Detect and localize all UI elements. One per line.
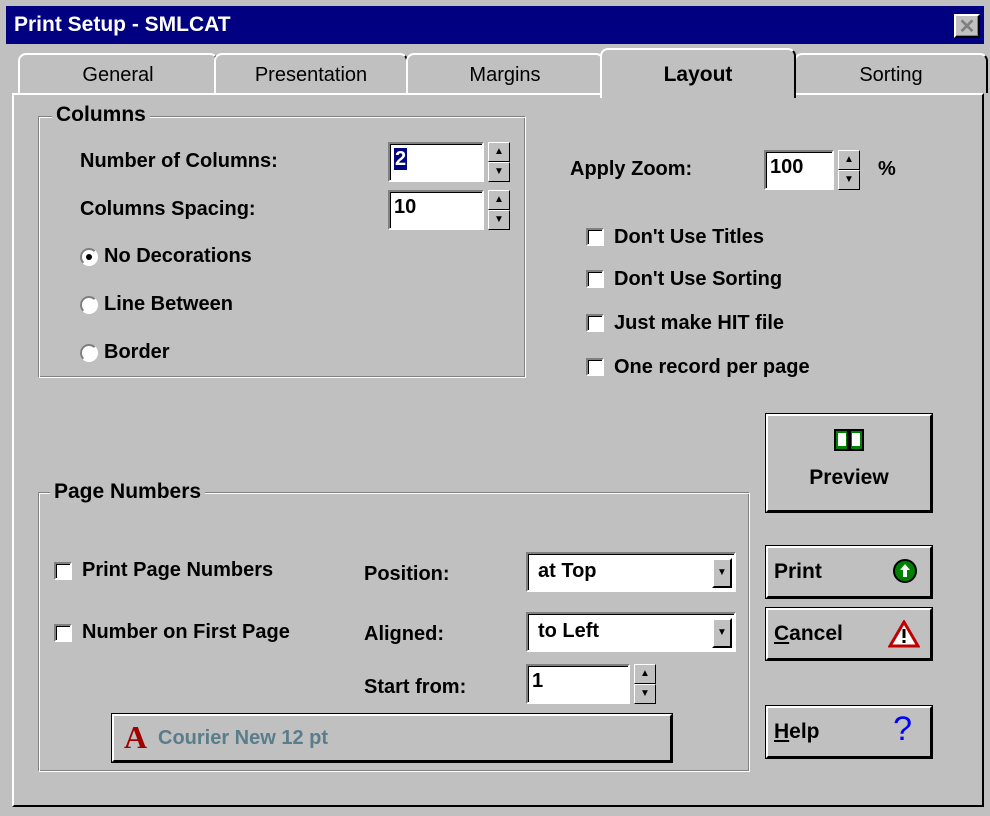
number-of-columns-input[interactable]: 2	[388, 142, 484, 182]
apply-zoom-label: Apply Zoom:	[570, 158, 693, 180]
font-select-button[interactable]: A Courier New 12 pt	[111, 713, 673, 763]
cancel-button-label: Cancel	[774, 622, 843, 646]
dropdown-arrow-icon[interactable]: ▼	[712, 558, 732, 588]
columns-spacing-label: Columns Spacing:	[80, 198, 256, 220]
radio-border[interactable]	[80, 344, 98, 362]
number-of-columns-value: 2	[394, 148, 408, 170]
spin-down-icon[interactable]: ▼	[488, 210, 510, 230]
no-decorations-label: No Decorations	[104, 245, 252, 267]
help-button-label: Help	[774, 720, 820, 744]
zoom-input[interactable]: 100	[764, 150, 834, 190]
spin-up-icon[interactable]: ▲	[634, 664, 656, 684]
preview-button[interactable]: Preview	[765, 413, 933, 513]
checkbox-one-record-per-page[interactable]	[586, 358, 604, 376]
aligned-label: Aligned:	[364, 623, 444, 645]
spin-down-icon[interactable]: ▼	[838, 170, 860, 190]
aligned-dropdown[interactable]: to Left ▼	[526, 612, 736, 652]
radio-no-decorations[interactable]	[80, 248, 98, 266]
checkbox-number-on-first-page[interactable]	[54, 624, 72, 642]
start-from-spinner[interactable]: ▲ ▼	[634, 664, 656, 704]
zoom-spinner[interactable]: ▲ ▼	[838, 150, 860, 190]
cancel-rest: ancel	[789, 622, 843, 645]
checkbox-dont-use-sorting[interactable]	[586, 270, 604, 288]
question-mark-icon: ?	[893, 710, 912, 748]
checkbox-just-make-hit-file[interactable]	[586, 314, 604, 332]
zoom-unit: %	[878, 158, 896, 180]
dont-use-sorting-label: Don't Use Sorting	[614, 268, 783, 290]
number-of-columns-label: Number of Columns:	[80, 150, 278, 172]
spin-up-icon[interactable]: ▲	[838, 150, 860, 170]
print-button[interactable]: Print	[765, 545, 933, 599]
title-bar: Print Setup - SMLCAT ✕	[6, 6, 984, 44]
columns-spacing-spinner[interactable]: ▲ ▼	[488, 190, 510, 230]
help-rest: elp	[789, 720, 820, 743]
tab-sorting[interactable]: Sorting	[794, 53, 988, 93]
font-a-icon: A	[124, 719, 148, 755]
start-from-input[interactable]: 1	[526, 664, 630, 704]
tab-general[interactable]: General	[18, 53, 218, 93]
help-button[interactable]: Help ?	[765, 705, 933, 759]
radio-line-between[interactable]	[80, 296, 98, 314]
position-label: Position:	[364, 563, 450, 585]
columns-spacing-input[interactable]: 10	[388, 190, 484, 230]
close-icon: ✕	[958, 16, 976, 38]
window-title: Print Setup - SMLCAT	[14, 13, 231, 36]
book-icon	[834, 429, 864, 451]
preview-label: Preview	[809, 466, 889, 489]
tab-layout[interactable]: Layout	[600, 48, 796, 98]
start-from-value: 1	[532, 670, 544, 692]
spin-up-icon[interactable]: ▲	[488, 142, 510, 162]
dropdown-arrow-icon[interactable]: ▼	[712, 618, 732, 648]
print-button-label: Print	[774, 560, 822, 583]
zoom-value: 100	[770, 156, 804, 178]
spin-down-icon[interactable]: ▼	[634, 684, 656, 704]
cancel-mnemonic: C	[774, 622, 790, 645]
print-go-icon	[893, 559, 917, 583]
spin-down-icon[interactable]: ▼	[488, 162, 510, 182]
checkbox-dont-use-titles[interactable]	[586, 228, 604, 246]
line-between-label: Line Between	[104, 293, 233, 315]
one-record-per-page-label: One record per page	[614, 356, 810, 378]
columns-spacing-value: 10	[394, 196, 417, 218]
close-button[interactable]: ✕	[954, 14, 980, 38]
dont-use-titles-label: Don't Use Titles	[614, 226, 764, 248]
print-page-numbers-label: Print Page Numbers	[82, 559, 274, 581]
number-of-columns-spinner[interactable]: ▲ ▼	[488, 142, 510, 182]
warning-icon	[888, 620, 920, 648]
page-numbers-group-label: Page Numbers	[50, 480, 206, 504]
tab-margins[interactable]: Margins	[406, 53, 604, 93]
number-on-first-page-label: Number on First Page	[82, 621, 290, 643]
spin-up-icon[interactable]: ▲	[488, 190, 510, 210]
position-dropdown[interactable]: at Top ▼	[526, 552, 736, 592]
font-button-label: Courier New 12 pt	[158, 727, 329, 749]
start-from-label: Start from:	[364, 676, 467, 698]
aligned-value: to Left	[538, 620, 600, 642]
cancel-button[interactable]: Cancel	[765, 607, 933, 661]
checkbox-print-page-numbers[interactable]	[54, 562, 72, 580]
just-make-hit-file-label: Just make HIT file	[614, 312, 785, 334]
position-value: at Top	[538, 560, 597, 582]
help-mnemonic: H	[774, 720, 790, 743]
radio-selected-dot	[86, 254, 92, 260]
tab-presentation[interactable]: Presentation	[214, 53, 408, 93]
columns-group-label: Columns	[52, 103, 150, 127]
border-label: Border	[104, 341, 170, 363]
